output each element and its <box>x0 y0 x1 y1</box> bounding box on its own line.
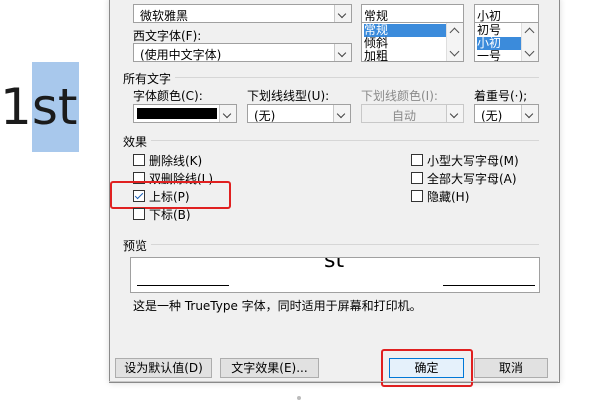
preview-section-label: 预览 <box>123 239 148 253</box>
font-style-list[interactable]: 常规 倾斜 加粗 <box>361 22 464 62</box>
hidden-label[interactable]: 隐藏(H) <box>427 188 469 205</box>
font-size-input[interactable]: 小初 <box>474 4 539 23</box>
chevron-down-icon[interactable] <box>219 105 236 122</box>
dialog-bottom-edge <box>109 381 558 382</box>
chevron-down-icon[interactable] <box>334 5 351 22</box>
text-effects-button[interactable]: 文字效果(E)... <box>220 358 319 378</box>
size-scrollbar[interactable] <box>521 23 538 61</box>
font-size-list[interactable]: 初号 小初 一号 <box>474 22 539 62</box>
asian-font-combo[interactable]: 微软雅黑 <box>133 4 352 23</box>
style-scrollbar[interactable] <box>446 23 463 61</box>
font-color-combo[interactable] <box>133 104 237 123</box>
underline-color-combo: 自动 <box>361 104 464 123</box>
chevron-down-icon[interactable] <box>333 105 350 122</box>
font-style-input[interactable]: 常规 <box>361 4 464 23</box>
subscript-checkbox[interactable] <box>133 208 145 220</box>
list-item-style-bold[interactable]: 加粗 <box>364 50 388 62</box>
strikethrough-checkbox[interactable] <box>133 154 145 166</box>
small-caps-label[interactable]: 小型大写字母(M) <box>427 152 519 169</box>
document-text-prefix: 1 <box>0 78 32 136</box>
scroll-up-icon[interactable] <box>524 27 535 38</box>
preview-baseline-left <box>137 285 229 286</box>
font-color-label: 字体颜色(C): <box>133 89 203 103</box>
underline-color-value: 自动 <box>392 109 417 123</box>
emphasis-label: 着重号(·); <box>474 89 528 103</box>
superscript-highlight <box>110 181 231 209</box>
underline-style-label: 下划线线型(U): <box>247 89 330 103</box>
underline-style-value: (无) <box>254 109 276 123</box>
underline-color-label: 下划线颜色(I): <box>361 89 438 103</box>
asian-font-value: 微软雅黑 <box>140 9 189 23</box>
scroll-down-icon[interactable] <box>524 46 535 57</box>
chevron-down-icon[interactable] <box>334 44 351 61</box>
all-caps-label[interactable]: 全部大写字母(A) <box>427 170 517 187</box>
set-default-button[interactable]: 设为默认值(D) <box>115 358 212 378</box>
font-color-swatch <box>137 108 217 119</box>
all-text-section-label: 所有文字 <box>123 72 172 86</box>
cursor-dot <box>297 396 301 400</box>
western-font-combo[interactable]: (使用中文字体) <box>133 43 352 62</box>
western-font-value: (使用中文字体) <box>140 48 222 62</box>
preview-description: 这是一种 TrueType 字体，同时适用于屏幕和打印机。 <box>133 299 422 313</box>
preview-baseline-right <box>443 285 535 286</box>
document-text[interactable]: 1st <box>0 62 80 154</box>
scroll-down-icon[interactable] <box>449 46 460 57</box>
effects-section-label: 效果 <box>123 135 148 149</box>
emphasis-combo[interactable]: (无) <box>474 104 539 123</box>
effects-divider <box>151 140 539 141</box>
western-font-label: 西文字体(F): <box>133 29 202 43</box>
all-caps-checkbox[interactable] <box>411 172 423 184</box>
small-caps-checkbox[interactable] <box>411 154 423 166</box>
underline-style-combo[interactable]: (无) <box>247 104 351 123</box>
all-text-divider <box>175 77 539 78</box>
chevron-down-icon[interactable] <box>521 105 538 122</box>
preview-box: st <box>130 257 540 293</box>
document-selected-text: st <box>31 62 80 152</box>
scroll-up-icon[interactable] <box>449 27 460 38</box>
cancel-button[interactable]: 取消 <box>474 358 548 378</box>
preview-sample-text: st <box>324 257 345 273</box>
strikethrough-label[interactable]: 删除线(K) <box>149 152 202 169</box>
hidden-checkbox[interactable] <box>411 190 423 202</box>
emphasis-value: (无) <box>481 109 503 123</box>
list-item-size-yihao[interactable]: 一号 <box>477 50 501 62</box>
preview-divider <box>151 244 539 245</box>
subscript-label[interactable]: 下标(B) <box>149 206 191 223</box>
chevron-down-icon <box>446 105 463 122</box>
